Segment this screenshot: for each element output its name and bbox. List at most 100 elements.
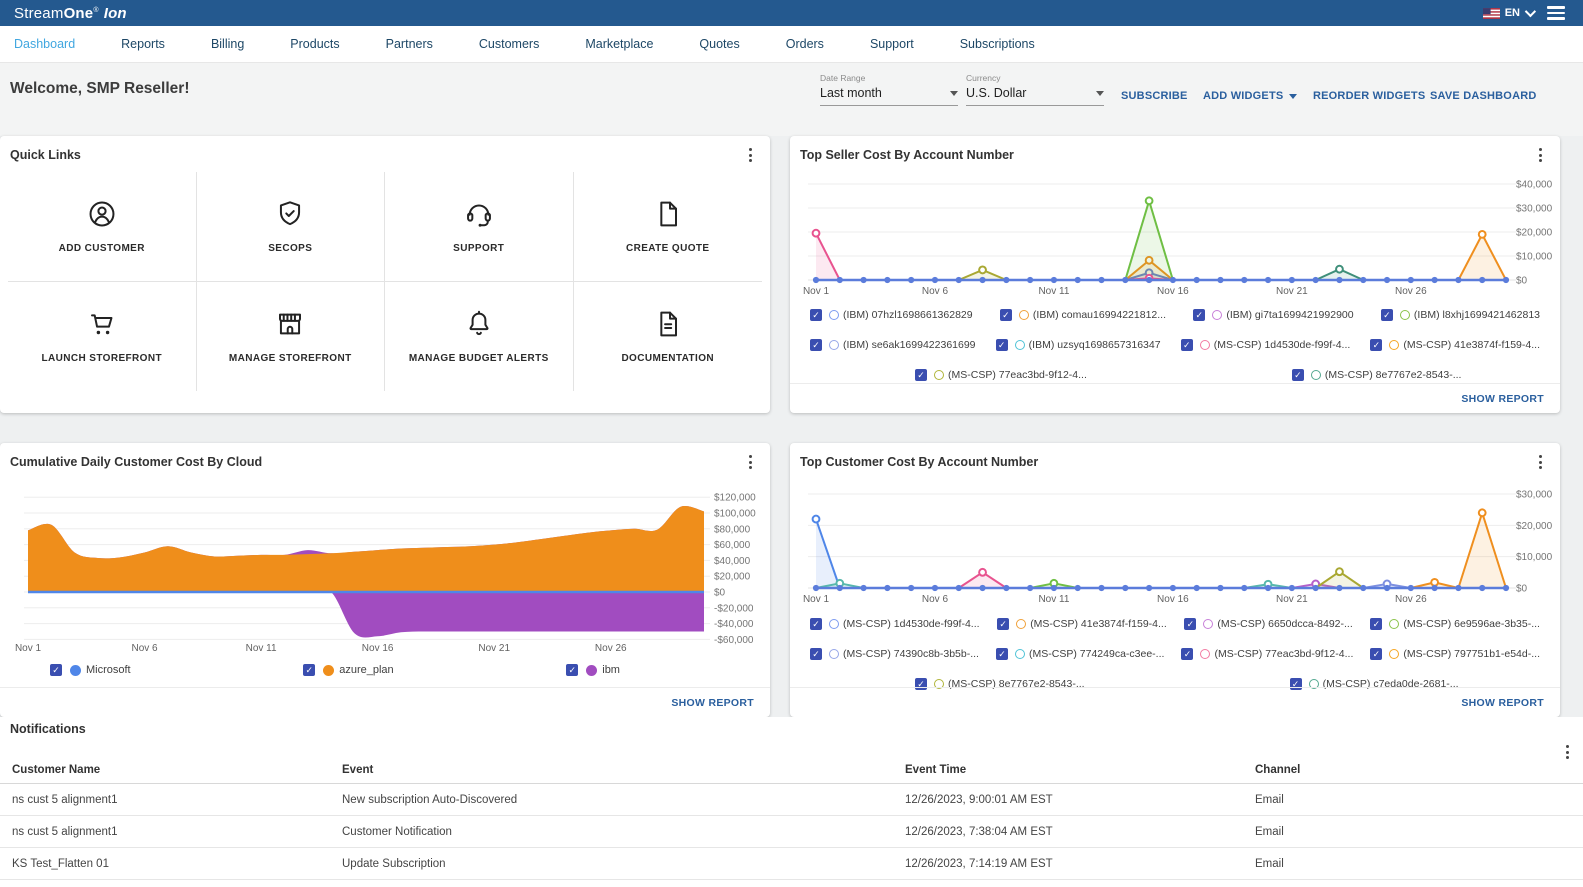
checkbox-checked-icon[interactable]: ✓	[915, 369, 927, 381]
show-report-link[interactable]: SHOW REPORT	[0, 687, 770, 717]
legend-item[interactable]: ✓ (MS-CSP) 77eac3bd-9f12-4...	[1181, 648, 1353, 660]
legend-label: (IBM) uzsyq1698657316347	[1028, 339, 1161, 351]
quick-link-launch-storefront[interactable]: LAUNCH STOREFRONT	[8, 281, 197, 391]
svg-text:$100,000: $100,000	[714, 509, 756, 520]
legend-item[interactable]: ✓ (MS-CSP) 8e7767e2-8543-...	[1291, 369, 1462, 381]
add-widgets-button[interactable]: ADD WIDGETS	[1203, 90, 1298, 102]
checkbox-checked-icon[interactable]: ✓	[999, 309, 1012, 321]
table-cell: ns cust 5 alignment1	[12, 793, 118, 806]
date-range-select[interactable]: Date Range Last month	[820, 73, 958, 106]
checkbox-checked-icon[interactable]: ✓	[1370, 618, 1383, 630]
dashboard-page: StreamOne® Ion EN Dashboard Reports Billing…	[0, 0, 1583, 887]
checkbox-checked-icon[interactable]: ✓	[1181, 648, 1194, 660]
widget-menu-kebab-icon[interactable]	[747, 146, 754, 164]
column-header: Event Time	[905, 764, 967, 776]
checkbox-checked-icon[interactable]: ✓	[1291, 369, 1304, 381]
table-row[interactable]: ns cust 5 alignment1 Customer Notificatio…	[0, 816, 1583, 848]
series-color-ring-icon	[1399, 310, 1410, 320]
series-color-ring-icon	[1015, 649, 1026, 659]
reorder-widgets-button[interactable]: REORDER WIDGETS	[1313, 90, 1425, 102]
checkbox-checked-icon[interactable]: ✓	[995, 339, 1008, 351]
nav-tab-billing[interactable]: Billing	[211, 37, 244, 51]
nav-tab-marketplace[interactable]: Marketplace	[585, 37, 653, 51]
legend-item[interactable]: ✓ (MS-CSP) 41e3874f-f159-4...	[1370, 339, 1540, 351]
currency-select[interactable]: Currency U.S. Dollar	[966, 73, 1104, 106]
checkbox-checked-icon[interactable]: ✓	[810, 618, 822, 630]
checkbox-checked-icon[interactable]: ✓	[566, 664, 579, 676]
legend-item[interactable]: ✓ (MS-CSP) 6650dcca-8492-...	[1184, 618, 1353, 630]
widget-menu-kebab-icon[interactable]	[747, 453, 754, 471]
checkbox-checked-icon[interactable]: ✓	[1193, 309, 1206, 321]
show-report-link[interactable]: SHOW REPORT	[790, 687, 1560, 717]
quick-link-manage-budget-alerts[interactable]: MANAGE BUDGET ALERTS	[385, 281, 574, 391]
hamburger-menu-icon[interactable]	[1547, 6, 1565, 20]
checkbox-checked-icon[interactable]: ✓	[1370, 648, 1383, 660]
nav-tab-orders[interactable]: Orders	[786, 37, 824, 51]
table-row[interactable]: ns cust 5 alignment1 New subscription Aut…	[0, 784, 1583, 816]
checkbox-checked-icon[interactable]: ✓	[997, 618, 1010, 630]
legend-item[interactable]: ✓ (MS-CSP) 41e3874f-f159-4...	[997, 618, 1167, 630]
table-cell: 12/26/2023, 7:38:04 AM EST	[905, 825, 1053, 838]
nav-tab-partners[interactable]: Partners	[386, 37, 433, 51]
legend-item[interactable]: ✓ (MS-CSP) 774249ca-c3ee-...	[996, 648, 1164, 660]
nav-tab-customers[interactable]: Customers	[479, 37, 539, 51]
quick-link-documentation[interactable]: DOCUMENTATION	[574, 282, 763, 392]
dropdown-arrow-icon	[1289, 93, 1298, 99]
subscribe-button[interactable]: SUBSCRIBE	[1121, 90, 1188, 102]
legend-item[interactable]: ✓ (MS-CSP) 74390c8b-3b5b-...	[810, 648, 979, 660]
currency-label: Currency	[966, 73, 1001, 83]
legend-label: (MS-CSP) 77eac3bd-9f12-4...	[1214, 648, 1354, 660]
nav-tab-support[interactable]: Support	[870, 37, 914, 51]
show-report-link[interactable]: SHOW REPORT	[790, 383, 1560, 413]
checkbox-checked-icon[interactable]: ✓	[1370, 339, 1383, 351]
legend-item[interactable]: ✓ (IBM) gi7ta1699421992900	[1193, 309, 1354, 321]
nav-tab-products[interactable]: Products	[290, 37, 339, 51]
legend-item[interactable]: ✓ (IBM) comau16994221812...	[999, 309, 1166, 321]
quick-link-manage-storefront[interactable]: MANAGE STOREFRONT	[197, 281, 385, 391]
widget-menu-kebab-icon[interactable]	[1537, 453, 1544, 471]
legend-item[interactable]: ✓ (IBM) 07hzl1698661362829	[810, 309, 973, 321]
legend-label: (MS-CSP) 8e7767e2-8543-...	[1324, 369, 1462, 381]
quick-link-support[interactable]: SUPPORT	[385, 172, 574, 282]
checkbox-checked-icon[interactable]: ✓	[996, 648, 1009, 660]
legend-item[interactable]: ✓ (MS-CSP) 77eac3bd-9f12-4...	[915, 369, 1087, 381]
checkbox-checked-icon[interactable]: ✓	[810, 648, 822, 660]
date-range-value: Last month	[820, 86, 882, 100]
legend-label: ibm	[602, 664, 620, 676]
checkbox-checked-icon[interactable]: ✓	[50, 664, 62, 676]
checkbox-checked-icon[interactable]: ✓	[1180, 339, 1193, 351]
legend-item[interactable]: ✓ (IBM) uzsyq1698657316347	[995, 339, 1161, 351]
legend-label: (IBM) l8xhj1699421462813	[1413, 309, 1540, 321]
nav-tab-quotes[interactable]: Quotes	[699, 37, 739, 51]
legend-item[interactable]: ✓ (IBM) se6ak1699422361699	[810, 339, 976, 351]
svg-text:$0: $0	[1516, 276, 1528, 287]
legend-item[interactable]: ✓ (IBM) l8xhj1699421462813	[1380, 309, 1540, 321]
nav-tab-subscriptions[interactable]: Subscriptions	[960, 37, 1035, 51]
legend-item[interactable]: ✓ azure_plan	[303, 664, 394, 676]
quick-link-secops[interactable]: SECOPS	[196, 172, 385, 282]
quick-link-create-quote[interactable]: CREATE QUOTE	[573, 172, 762, 282]
legend-item[interactable]: ✓ (MS-CSP) 6e9596ae-3b35-...	[1370, 618, 1540, 630]
language-selector[interactable]: EN	[1482, 5, 1537, 19]
legend-item[interactable]: ✓ (MS-CSP) 1d4530de-f99f-4...	[810, 618, 980, 630]
legend-item[interactable]: ✓ ibm	[566, 664, 620, 676]
series-color-ring-icon	[1199, 340, 1210, 350]
checkbox-checked-icon[interactable]: ✓	[1380, 309, 1393, 321]
nav-tab-dashboard[interactable]: Dashboard	[14, 37, 75, 51]
svg-text:Nov 26: Nov 26	[595, 643, 627, 654]
legend-label: (MS-CSP) 1d4530de-f99f-4...	[843, 618, 980, 630]
legend-item[interactable]: ✓ Microsoft	[50, 664, 131, 676]
save-dashboard-button[interactable]: SAVE DASHBOARD	[1430, 90, 1537, 102]
legend-item[interactable]: ✓ (MS-CSP) 797751b1-e54d-...	[1370, 648, 1540, 660]
checkbox-checked-icon[interactable]: ✓	[1184, 618, 1197, 630]
checkbox-checked-icon[interactable]: ✓	[810, 309, 822, 321]
checkbox-checked-icon[interactable]: ✓	[303, 664, 316, 676]
quick-link-add-customer[interactable]: ADD CUSTOMER	[8, 172, 197, 282]
nav-tab-reports[interactable]: Reports	[121, 37, 165, 51]
widget-menu-kebab-icon[interactable]	[1537, 146, 1544, 164]
cumulative-cost-widget: Cumulative Daily Customer Cost By Cloud …	[0, 443, 770, 717]
table-row[interactable]: KS Test_Flatten 01 Update Subscription 12/…	[0, 848, 1583, 880]
legend-item[interactable]: ✓ (MS-CSP) 1d4530de-f99f-4...	[1180, 339, 1350, 351]
page-title: Welcome, SMP Reseller!	[10, 80, 190, 97]
checkbox-checked-icon[interactable]: ✓	[810, 339, 822, 351]
